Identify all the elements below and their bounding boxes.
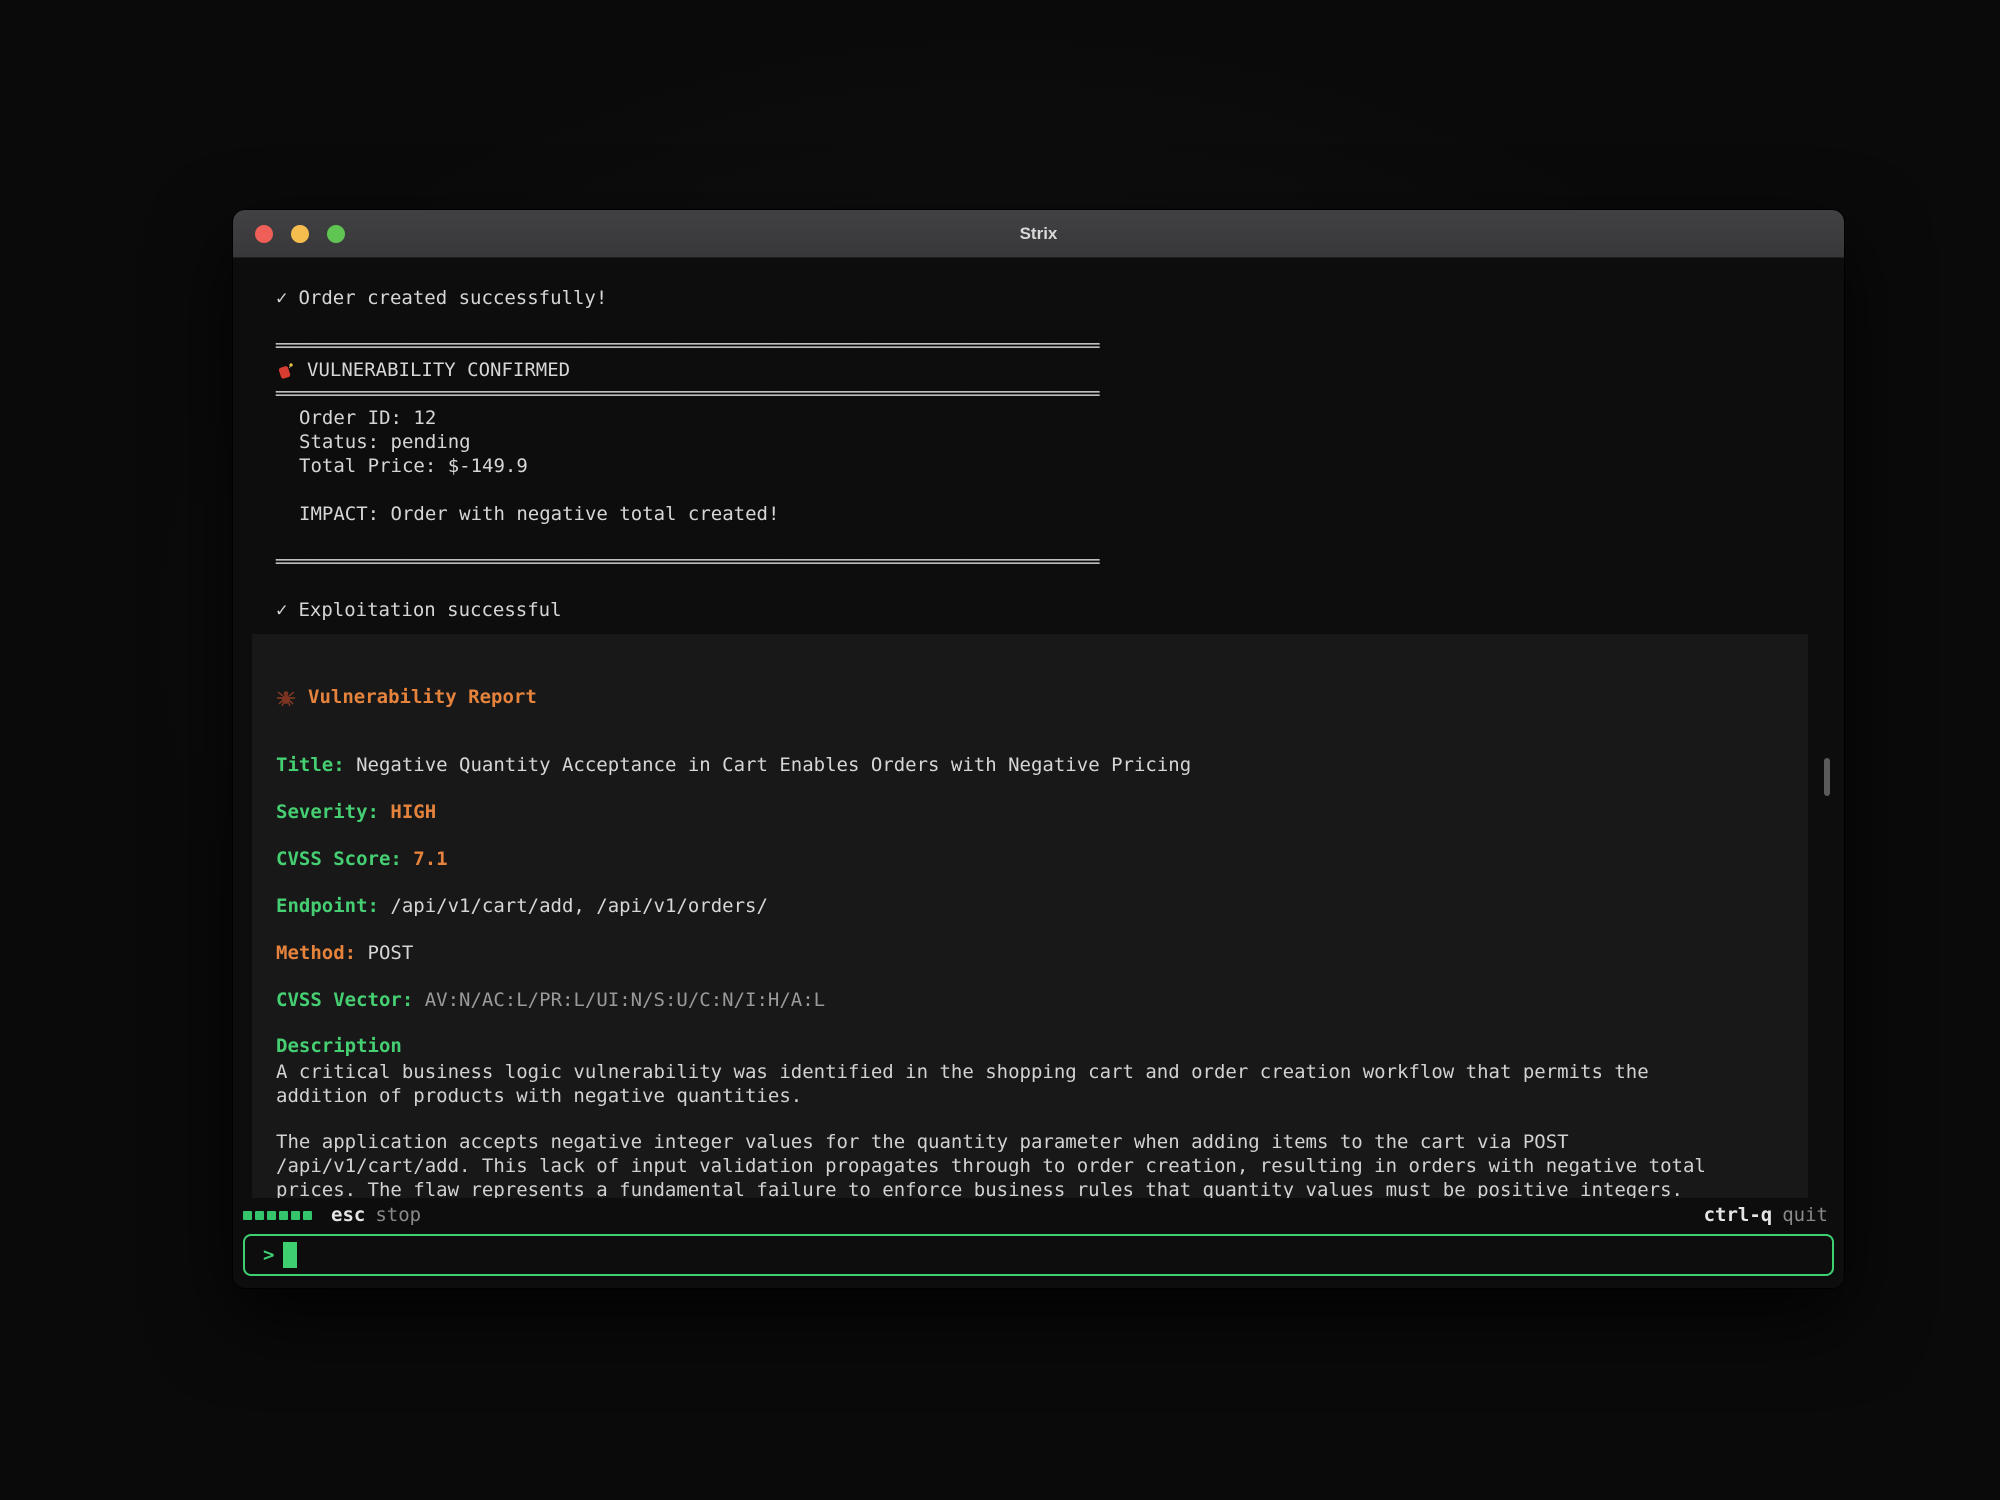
esc-key-label: stop: [375, 1204, 421, 1226]
minimize-button[interactable]: [291, 225, 309, 243]
command-input[interactable]: >: [243, 1234, 1834, 1276]
description-heading: Description: [276, 1034, 1738, 1058]
method-value: POST: [368, 942, 414, 964]
esc-key-hint[interactable]: esc: [331, 1204, 365, 1226]
check-icon: ✓: [276, 287, 287, 309]
alert-firecracker-icon: [276, 361, 295, 380]
report-field-method: Method: POST: [276, 940, 1738, 966]
report-field-severity: Severity: HIGH: [276, 799, 1738, 825]
total-price-line: Total Price: $-149.9: [233, 454, 1844, 478]
vulnerability-report-panel: Vulnerability Report Title: Negative Qua…: [252, 634, 1808, 1198]
window-titlebar[interactable]: Strix: [233, 210, 1844, 258]
order-success-line: ✓ Order created successfully!: [233, 286, 1844, 310]
exploitation-success-line: ✓ Exploitation successful: [233, 598, 1844, 622]
close-button[interactable]: [255, 225, 273, 243]
field-label: CVSS Score:: [276, 848, 402, 870]
cvss-score-value: 7.1: [413, 848, 447, 870]
description-paragraph-2: The application accepts negative integer…: [276, 1130, 1738, 1198]
report-field-cvss-score: CVSS Score: 7.1: [276, 846, 1738, 872]
vulnerability-confirmed-text: VULNERABILITY CONFIRMED: [307, 358, 570, 382]
zoom-button[interactable]: [327, 225, 345, 243]
report-heading: Vulnerability Report: [276, 684, 1738, 710]
endpoint-value: /api/v1/cart/add, /api/v1/orders/: [390, 895, 768, 917]
report-field-endpoint: Endpoint: /api/v1/cart/add, /api/v1/orde…: [276, 893, 1738, 919]
field-value: Negative Quantity Acceptance in Cart Ena…: [356, 754, 1191, 776]
input-area: >: [233, 1232, 1844, 1288]
report-field-title: Title: Negative Quantity Acceptance in C…: [276, 752, 1738, 778]
quit-key-label: quit: [1782, 1204, 1828, 1226]
order-success-text: Order created successfully!: [298, 287, 607, 309]
check-icon: ✓: [276, 599, 287, 621]
terminal-output: ✓ Order created successfully! ═══════════…: [233, 258, 1844, 1198]
activity-spinner-icon: [243, 1211, 312, 1220]
field-label: Title:: [276, 754, 345, 776]
scrollbar-thumb[interactable]: [1824, 758, 1830, 796]
traffic-lights: [233, 225, 345, 243]
spider-icon: [276, 687, 296, 707]
order-id-line: Order ID: 12: [233, 406, 1844, 430]
description-paragraph-1: A critical business logic vulnerability …: [276, 1060, 1738, 1108]
status-bar: esc stop ctrl-q quit: [233, 1198, 1844, 1232]
prompt-symbol: >: [263, 1244, 274, 1266]
status-bar-left: esc stop: [243, 1204, 421, 1226]
divider-line: ════════════════════════════════════════…: [233, 382, 1844, 406]
ctrl-q-key-hint[interactable]: ctrl-q: [1704, 1204, 1773, 1226]
status-bar-right: ctrl-q quit: [1704, 1204, 1828, 1226]
window-title: Strix: [233, 224, 1844, 244]
field-label: Endpoint:: [276, 895, 379, 917]
field-label: Method:: [276, 942, 356, 964]
field-label: CVSS Vector:: [276, 989, 413, 1011]
report-heading-text: Vulnerability Report: [308, 684, 537, 710]
text-cursor: [283, 1242, 297, 1268]
divider-line: ════════════════════════════════════════…: [233, 334, 1844, 358]
vulnerability-confirmed-banner: VULNERABILITY CONFIRMED: [233, 358, 1844, 382]
exploitation-success-text: Exploitation successful: [298, 599, 561, 621]
field-label: Severity:: [276, 801, 379, 823]
strix-terminal-window: Strix ✓ Order created successfully! ═════…: [233, 210, 1844, 1288]
impact-line: IMPACT: Order with negative total create…: [233, 502, 1844, 526]
cvss-vector-value: AV:N/AC:L/PR:L/UI:N/S:U/C:N/I:H/A:L: [425, 989, 825, 1011]
divider-line: ════════════════════════════════════════…: [233, 550, 1844, 574]
order-status-line: Status: pending: [233, 430, 1844, 454]
report-field-cvss-vector: CVSS Vector: AV:N/AC:L/PR:L/UI:N/S:U/C:N…: [276, 987, 1738, 1013]
severity-badge: HIGH: [390, 801, 436, 823]
